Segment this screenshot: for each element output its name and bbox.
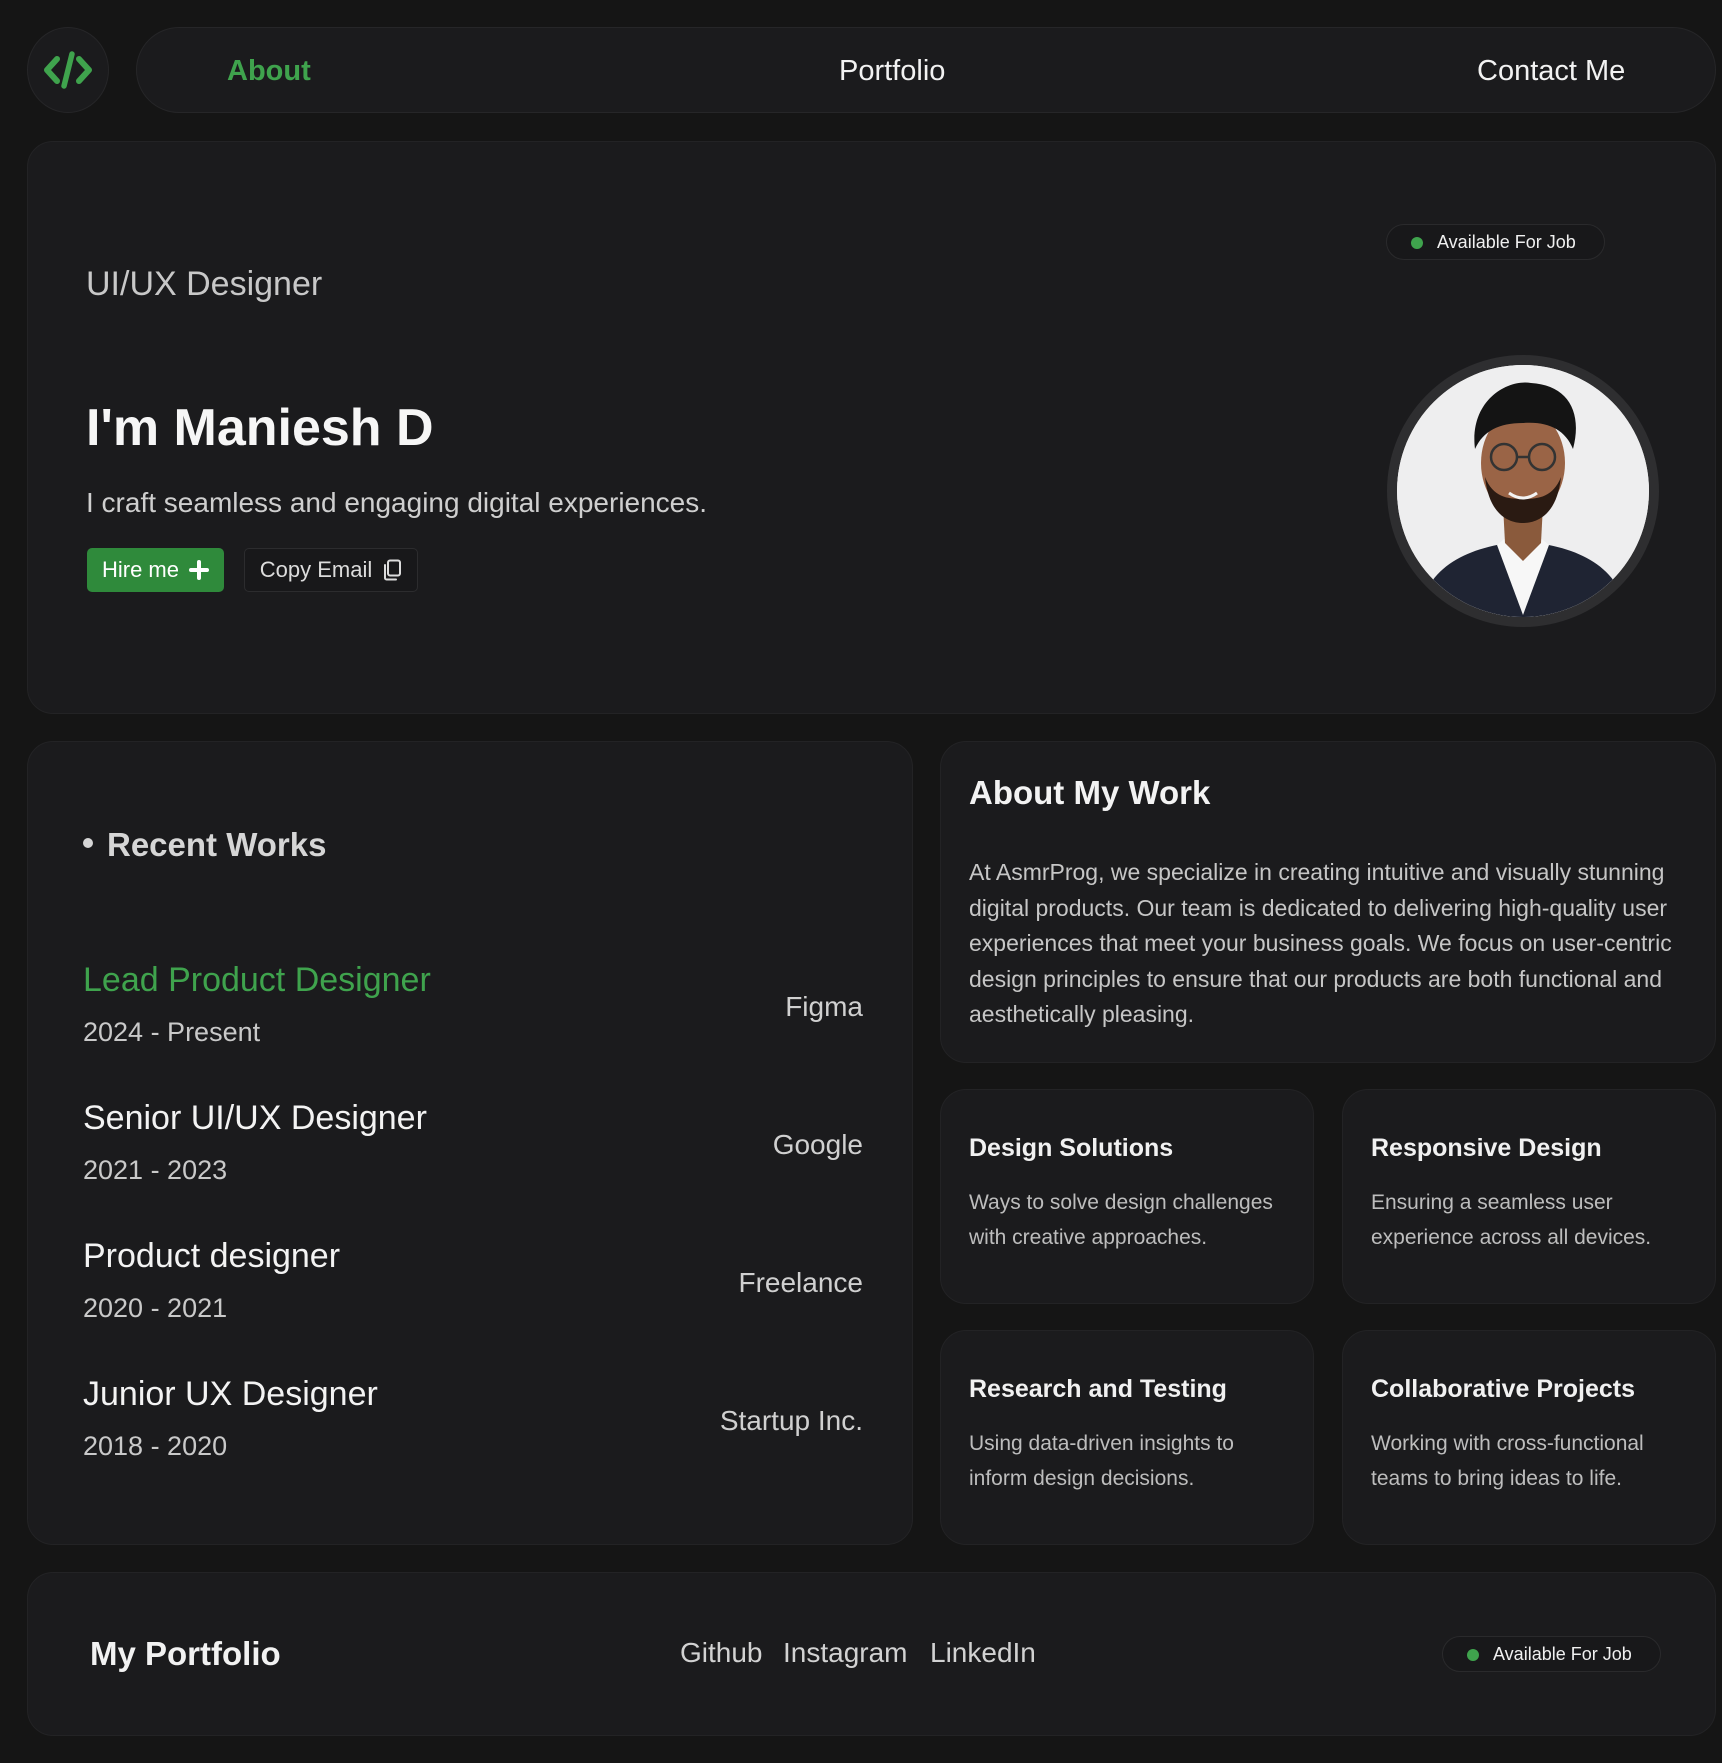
job-item: Lead Product Designer 2024 - Present Fig… <box>83 961 863 1061</box>
feature-card: Responsive Design Ensuring a seamless us… <box>1342 1089 1716 1304</box>
job-item: Junior UX Designer 2018 - 2020 Startup I… <box>83 1375 863 1475</box>
github-link[interactable]: Github <box>680 1637 763 1669</box>
copy-email-label: Copy Email <box>259 557 373 582</box>
job-title: Senior UI/UX Designer <box>83 1099 427 1137</box>
feature-desc: Using data-driven insights to inform des… <box>969 1432 1234 1490</box>
recent-works-title: Recent Works <box>107 826 327 863</box>
feature-desc: Ensuring a seamless user experience acro… <box>1371 1191 1652 1249</box>
feature-card: Collaborative Projects Working with cros… <box>1342 1330 1716 1545</box>
nav-contact-link[interactable]: Contact Me <box>1477 28 1625 114</box>
job-title: Product designer <box>83 1237 341 1275</box>
availability-badge: Available For Job <box>1386 224 1605 260</box>
availability-badge: Available For Job <box>1442 1636 1661 1672</box>
linkedin-link[interactable]: LinkedIn <box>930 1637 1036 1669</box>
copy-icon <box>384 559 402 581</box>
logo-button[interactable] <box>27 27 109 113</box>
availability-text: Available For Job <box>1493 1644 1632 1664</box>
feature-title: Design Solutions <box>969 1134 1174 1162</box>
hire-me-label: Hire me <box>101 557 179 582</box>
plus-icon <box>189 560 209 580</box>
feature-title: Collaborative Projects <box>1371 1375 1635 1403</box>
hero-card: Available For Job UI/UX Designer I'm Man… <box>27 141 1716 714</box>
feature-desc: Working with cross-functional teams to b… <box>1371 1432 1644 1490</box>
greeting-heading: I'm Maniesh D <box>86 399 434 457</box>
profile-photo <box>1397 365 1649 617</box>
instagram-link[interactable]: Instagram <box>783 1637 908 1669</box>
job-company: Figma <box>785 991 863 1022</box>
nav-portfolio-link[interactable]: Portfolio <box>839 28 945 114</box>
about-work-heading: About My Work <box>969 774 1211 811</box>
footer-title: My Portfolio <box>90 1635 281 1672</box>
job-dates: 2021 - 2023 <box>83 1155 228 1185</box>
recent-works-card: Recent Works Lead Product Designer 2024 … <box>27 741 913 1545</box>
role-title: UI/UX Designer <box>86 265 323 303</box>
about-work-body: At AsmrProg, we specialize in creating i… <box>969 859 1672 1027</box>
nav-about-link[interactable]: About <box>227 28 311 114</box>
job-company: Google <box>772 1129 863 1160</box>
code-brackets-icon <box>44 51 92 89</box>
bullet-icon <box>83 838 93 849</box>
feature-desc: Ways to solve design challenges with cre… <box>969 1191 1273 1249</box>
tagline: I craft seamless and engaging digital ex… <box>86 487 708 518</box>
feature-card: Design Solutions Ways to solve design ch… <box>940 1089 1314 1304</box>
job-item: Senior UI/UX Designer 2021 - 2023 Google <box>83 1099 863 1199</box>
status-dot-icon <box>1411 237 1423 249</box>
profile-avatar <box>1387 355 1659 627</box>
job-item: Product designer 2020 - 2021 Freelance <box>83 1237 863 1337</box>
top-nav: About Portfolio Contact Me <box>136 27 1716 113</box>
job-dates: 2020 - 2021 <box>83 1293 228 1323</box>
job-title: Junior UX Designer <box>83 1375 378 1413</box>
copy-email-button[interactable]: Copy Email <box>244 548 418 592</box>
job-dates: 2024 - Present <box>83 1017 261 1047</box>
about-work-card: About My Work At AsmrProg, we specialize… <box>940 741 1716 1063</box>
job-title: Lead Product Designer <box>83 961 431 999</box>
footer-card: My Portfolio Github Instagram LinkedIn A… <box>27 1572 1716 1736</box>
feature-card: Research and Testing Using data-driven i… <box>940 1330 1314 1545</box>
job-company: Freelance <box>738 1267 863 1298</box>
feature-title: Research and Testing <box>969 1375 1227 1403</box>
feature-title: Responsive Design <box>1371 1134 1602 1162</box>
recent-works-heading: Recent Works <box>83 826 326 864</box>
job-dates: 2018 - 2020 <box>83 1431 228 1461</box>
hire-me-button[interactable]: Hire me <box>87 548 224 592</box>
job-company: Startup Inc. <box>719 1405 863 1436</box>
status-dot-icon <box>1467 1649 1479 1661</box>
availability-text: Available For Job <box>1437 232 1576 252</box>
